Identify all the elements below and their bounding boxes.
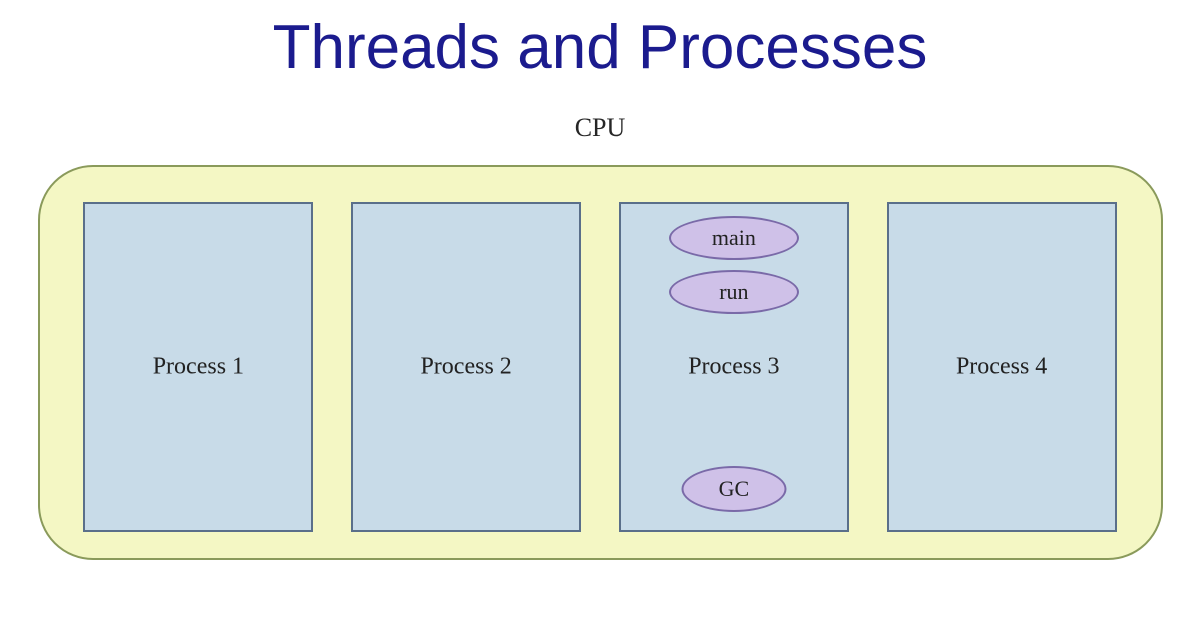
thread-main-pill: main bbox=[669, 216, 799, 260]
slide-title: Threads and Processes bbox=[0, 12, 1200, 83]
process-label: Process 1 bbox=[153, 354, 244, 381]
process-label: Process 3 bbox=[688, 354, 779, 381]
process-box-2: Process 2 bbox=[351, 202, 581, 532]
process-label: Process 2 bbox=[420, 354, 511, 381]
thread-run-pill: run bbox=[669, 270, 799, 314]
cpu-container: Process 1 Process 2 main run Process 3 G… bbox=[38, 165, 1163, 560]
thread-gc-pill: GC bbox=[681, 466, 786, 512]
thread-label: run bbox=[719, 279, 748, 305]
thread-label: main bbox=[712, 225, 756, 251]
process-label: Process 4 bbox=[956, 354, 1047, 381]
process-box-1: Process 1 bbox=[83, 202, 313, 532]
thread-label: GC bbox=[719, 476, 750, 502]
process-box-4: Process 4 bbox=[887, 202, 1117, 532]
process-box-3: main run Process 3 GC bbox=[619, 202, 849, 532]
cpu-label: CPU bbox=[0, 113, 1200, 143]
